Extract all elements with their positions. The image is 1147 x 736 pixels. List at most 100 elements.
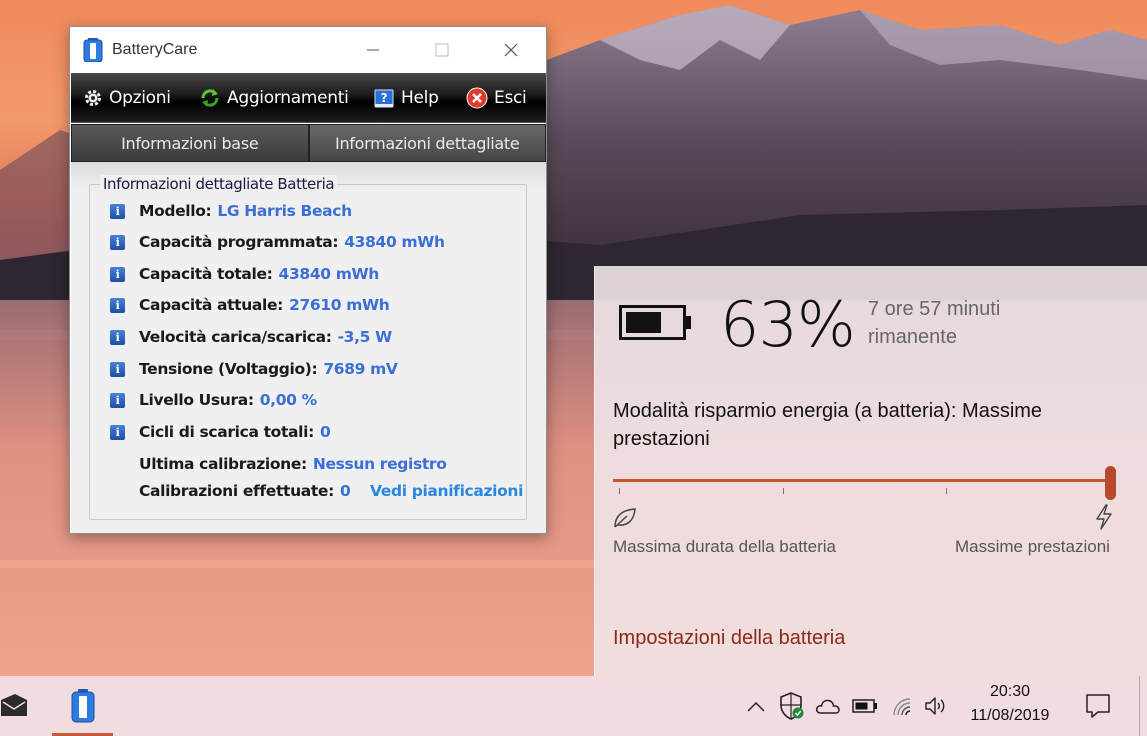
- notification-icon: [1086, 694, 1110, 718]
- row-value: LG Harris Beach: [217, 202, 352, 220]
- row-wear-level: i Livello Usura: 0,00 %: [110, 389, 317, 411]
- info-icon: i: [110, 203, 125, 219]
- tab-basic-info[interactable]: Informazioni base: [71, 124, 309, 162]
- row-last-calibration: Ultima calibrazione: Nessun registro: [139, 453, 519, 475]
- batterycare-taskbar-icon: [71, 689, 94, 723]
- minimize-button[interactable]: [350, 27, 396, 73]
- taskbar: 20:30 11/08/2019: [0, 676, 1147, 736]
- battery-flyout: 63% 7 ore 57 minuti rimanente Modalità r…: [594, 266, 1147, 676]
- info-icon: i: [110, 329, 125, 345]
- power-mode-text: Modalità risparmio energia (a batteria):…: [613, 400, 1043, 450]
- battery-tray-button[interactable]: [850, 694, 880, 718]
- volume-button[interactable]: [922, 692, 950, 720]
- row-value: Nessun registro: [312, 455, 447, 473]
- row-value: 7689 mV: [323, 360, 398, 378]
- time-remaining-label: rimanente: [868, 326, 957, 348]
- row-cycles: i Cicli di scarica totali: 0: [110, 421, 331, 443]
- row-label: Velocità carica/scarica:: [139, 328, 332, 346]
- row-full-capacity: i Capacità totale: 43840 mWh: [110, 263, 379, 285]
- battery-settings-link[interactable]: Impostazioni della batteria: [613, 627, 845, 650]
- tab-detailed-info[interactable]: Informazioni dettagliate: [308, 124, 546, 162]
- mail-icon: [1, 694, 27, 716]
- row-label: Capacità attuale:: [139, 296, 284, 314]
- info-icon: i: [110, 297, 125, 313]
- power-mode-slider[interactable]: [613, 466, 1116, 500]
- slider-max-label: Massime prestazioni: [955, 537, 1110, 556]
- row-model: i Modello: LG Harris Beach: [110, 200, 352, 222]
- tab-bar: Informazioni base Informazioni dettaglia…: [71, 124, 546, 162]
- action-center-button[interactable]: [1080, 690, 1116, 722]
- row-label: Tensione (Voltaggio):: [139, 360, 318, 378]
- exit-menu[interactable]: Esci: [466, 85, 527, 111]
- options-label: Opzioni: [109, 88, 171, 108]
- updates-label: Aggiornamenti: [227, 88, 349, 108]
- onedrive-button[interactable]: [814, 694, 842, 718]
- row-value: 0: [339, 482, 351, 500]
- show-desktop-button[interactable]: [1139, 676, 1147, 736]
- row-label: Calibrazioni effettuate:: [139, 482, 334, 500]
- battery-saver-leaf-icon: [614, 508, 636, 528]
- maximize-button[interactable]: [419, 27, 465, 73]
- row-value: 27610 mWh: [289, 296, 390, 314]
- updates-menu[interactable]: Aggiornamenti: [199, 85, 349, 111]
- row-label: Capacità totale:: [139, 265, 273, 283]
- slider-tick: [783, 488, 784, 494]
- title-bar[interactable]: BatteryCare: [70, 27, 546, 73]
- show-hidden-icons-button[interactable]: [742, 694, 770, 720]
- row-current-capacity: i Capacità attuale: 27610 mWh: [110, 294, 390, 316]
- row-label: Cicli di scarica totali:: [139, 423, 314, 441]
- svg-text:?: ?: [381, 91, 388, 105]
- row-value: 43840 mWh: [278, 265, 380, 283]
- help-book-icon: ?: [374, 89, 394, 108]
- clock-date: 11/08/2019: [970, 707, 1050, 724]
- help-menu[interactable]: ? Help: [373, 85, 439, 111]
- slider-min-label: Massima durata della batteria: [613, 537, 837, 556]
- time-remaining-value: 7 ore 57 minuti: [868, 298, 1001, 320]
- cloud-icon: [815, 699, 840, 714]
- row-label: Modello:: [139, 202, 212, 220]
- info-icon: i: [110, 361, 125, 377]
- close-icon: [504, 43, 518, 57]
- speaker-icon: [925, 697, 945, 715]
- refresh-icon: [201, 89, 219, 107]
- windows-security-button[interactable]: [778, 690, 806, 722]
- row-value: 0,00 %: [259, 391, 317, 409]
- row-label: Capacità programmata:: [139, 233, 339, 251]
- options-menu[interactable]: Opzioni: [83, 85, 171, 111]
- battery-tray-icon: [852, 699, 877, 713]
- close-button[interactable]: [488, 27, 534, 73]
- detail-panel: Informazioni dettagliate Batteria i Mode…: [71, 162, 546, 533]
- clock-time: 20:30: [989, 683, 1031, 700]
- battery-percent: 63%: [720, 288, 856, 361]
- row-value: 43840 mWh: [344, 233, 445, 251]
- help-label: Help: [401, 88, 439, 108]
- row-value: -3,5 W: [337, 328, 393, 346]
- info-icon: i: [110, 266, 125, 282]
- shield-icon: [780, 692, 804, 720]
- minimize-icon: [367, 49, 379, 51]
- slider-tick: [619, 488, 620, 494]
- menu-bar: Opzioni Aggiornamenti ? Help Esci: [71, 73, 546, 123]
- battery-details-group: Informazioni dettagliate Batteria i Mode…: [89, 175, 529, 520]
- info-icon: i: [110, 234, 125, 250]
- battery-level-icon: [619, 305, 691, 340]
- wifi-button[interactable]: [888, 692, 916, 720]
- batterycare-window: BatteryCare Opzioni Aggiornamenti ? Help…: [69, 26, 547, 534]
- row-label: Ultima calibrazione:: [139, 455, 307, 473]
- maximize-icon: [435, 43, 449, 57]
- taskbar-mail-button[interactable]: [0, 686, 30, 726]
- exit-label: Esci: [494, 88, 527, 108]
- view-schedules-link[interactable]: Vedi pianificazioni: [370, 482, 523, 500]
- row-calibrations-done: Calibrazioni effettuate: 0 Vedi pianific…: [139, 480, 529, 502]
- wifi-icon: [893, 698, 911, 716]
- info-icon: i: [110, 424, 125, 440]
- row-voltage: i Tensione (Voltaggio): 7689 mV: [110, 358, 398, 380]
- info-icon: i: [110, 392, 125, 408]
- slider-track: [613, 479, 1109, 482]
- taskbar-batterycare-button[interactable]: [52, 676, 113, 736]
- clock[interactable]: 20:30 11/08/2019: [960, 680, 1060, 728]
- slider-thumb[interactable]: [1105, 466, 1116, 500]
- exit-icon: [466, 87, 488, 109]
- window-title: BatteryCare: [112, 41, 198, 58]
- row-design-capacity: i Capacità programmata: 43840 mWh: [110, 231, 445, 253]
